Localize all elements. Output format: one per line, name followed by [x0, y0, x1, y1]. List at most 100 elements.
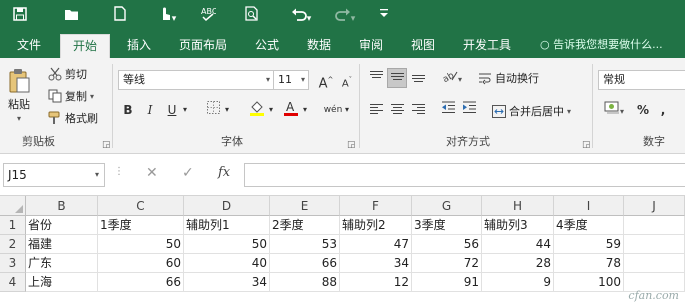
- fill-color-dropdown-icon[interactable]: ▾: [266, 100, 276, 120]
- table-cell[interactable]: 66: [270, 254, 340, 273]
- table-cell[interactable]: 12: [340, 273, 412, 292]
- row-header[interactable]: 1: [0, 216, 26, 235]
- touch-mode-icon[interactable]: ▾: [150, 3, 184, 29]
- tab-developer[interactable]: 开发工具: [454, 32, 520, 58]
- worksheet-grid[interactable]: BCDEFGHIJ 1 省份 1季度 辅助列1 2季度 辅助列2 3季度 辅助列3 4季度 2 福建…: [0, 196, 685, 304]
- paste-dropdown-icon[interactable]: ▾: [17, 114, 21, 123]
- table-cell[interactable]: 34: [184, 273, 270, 292]
- bottom-align-button[interactable]: [408, 68, 428, 88]
- tell-me-box[interactable]: ○ 告诉我您想要做什么...: [540, 32, 685, 58]
- table-cell[interactable]: 上海: [26, 273, 98, 292]
- font-color-dropdown-icon[interactable]: ▾: [300, 100, 310, 120]
- format-painter-button[interactable]: 格式刷: [48, 110, 98, 126]
- borders-button[interactable]: [203, 100, 223, 120]
- table-cell[interactable]: [624, 254, 685, 273]
- font-name-combo[interactable]: 等线 ▾: [118, 70, 274, 90]
- table-cell[interactable]: 40: [184, 254, 270, 273]
- table-cell[interactable]: 91: [412, 273, 482, 292]
- table-cell[interactable]: [624, 235, 685, 254]
- table-cell[interactable]: 9: [482, 273, 554, 292]
- tab-data[interactable]: 数据: [298, 32, 340, 58]
- select-all-button[interactable]: [0, 196, 26, 216]
- table-cell[interactable]: 辅助列3: [482, 216, 554, 235]
- table-cell[interactable]: 88: [270, 273, 340, 292]
- table-cell[interactable]: 47: [340, 235, 412, 254]
- comma-style-button[interactable]: ,: [653, 100, 673, 120]
- undo-icon[interactable]: ▾: [284, 3, 318, 29]
- table-cell[interactable]: 34: [340, 254, 412, 273]
- table-cell[interactable]: 广东: [26, 254, 98, 273]
- underline-button[interactable]: U: [162, 100, 182, 120]
- column-header[interactable]: F: [340, 196, 412, 216]
- table-cell[interactable]: 28: [482, 254, 554, 273]
- middle-align-button[interactable]: [387, 68, 407, 88]
- shrink-font-button[interactable]: Aˇ: [337, 70, 357, 90]
- column-header[interactable]: I: [554, 196, 624, 216]
- column-header[interactable]: D: [184, 196, 270, 216]
- table-cell[interactable]: 2季度: [270, 216, 340, 235]
- tab-insert[interactable]: 插入: [118, 32, 160, 58]
- number-format-combo[interactable]: 常规: [598, 70, 685, 90]
- row-header[interactable]: 4: [0, 273, 26, 292]
- tab-page-layout[interactable]: 页面布局: [170, 32, 236, 58]
- table-cell[interactable]: [624, 216, 685, 235]
- column-header[interactable]: J: [624, 196, 685, 216]
- font-launcher-icon[interactable]: ◲: [347, 140, 356, 150]
- table-cell[interactable]: 78: [554, 254, 624, 273]
- column-header[interactable]: C: [98, 196, 184, 216]
- copy-dropdown-icon[interactable]: ▾: [90, 92, 94, 101]
- cancel-icon[interactable]: ✕: [146, 165, 158, 181]
- tab-view[interactable]: 视图: [402, 32, 444, 58]
- name-box[interactable]: J15 ▾: [3, 163, 105, 187]
- tab-review[interactable]: 审阅: [350, 32, 392, 58]
- formula-input[interactable]: [244, 163, 685, 187]
- table-cell[interactable]: 辅助列2: [340, 216, 412, 235]
- paste-button[interactable]: 粘贴 ▾: [8, 68, 30, 123]
- grow-font-button[interactable]: A^: [316, 70, 336, 91]
- table-cell[interactable]: 辅助列1: [184, 216, 270, 235]
- table-cell[interactable]: 66: [98, 273, 184, 292]
- align-left-button[interactable]: [366, 100, 386, 120]
- column-header[interactable]: G: [412, 196, 482, 216]
- tab-home[interactable]: 开始: [60, 34, 110, 58]
- top-align-button[interactable]: [366, 68, 386, 88]
- table-cell[interactable]: 50: [98, 235, 184, 254]
- customize-qat-icon[interactable]: [374, 3, 394, 29]
- column-header[interactable]: E: [270, 196, 340, 216]
- table-cell[interactable]: 72: [412, 254, 482, 273]
- orientation-button[interactable]: ab ▾: [438, 68, 466, 88]
- percent-style-button[interactable]: %: [633, 100, 653, 120]
- print-preview-icon[interactable]: [240, 3, 264, 29]
- font-color-button[interactable]: A: [281, 100, 301, 120]
- borders-dropdown-icon[interactable]: ▾: [222, 100, 232, 120]
- table-cell[interactable]: 44: [482, 235, 554, 254]
- merge-center-button[interactable]: 合并后居中 ▾: [492, 103, 571, 119]
- new-file-icon[interactable]: [108, 3, 132, 29]
- table-cell[interactable]: 60: [98, 254, 184, 273]
- copy-button[interactable]: 复制 ▾: [48, 88, 94, 104]
- underline-dropdown-icon[interactable]: ▾: [180, 100, 190, 120]
- tab-formulas[interactable]: 公式: [246, 32, 288, 58]
- redo-icon[interactable]: ▾: [328, 3, 362, 29]
- open-folder-icon[interactable]: [60, 3, 84, 29]
- spelling-icon[interactable]: ABC: [196, 3, 220, 29]
- table-cell[interactable]: 福建: [26, 235, 98, 254]
- table-cell[interactable]: 50: [184, 235, 270, 254]
- column-header[interactable]: B: [26, 196, 98, 216]
- row-header[interactable]: 3: [0, 254, 26, 273]
- merge-dropdown-icon[interactable]: ▾: [567, 107, 571, 116]
- bold-button[interactable]: B: [118, 100, 138, 120]
- table-cell[interactable]: 3季度: [412, 216, 482, 235]
- decrease-indent-button[interactable]: [438, 100, 458, 120]
- align-center-button[interactable]: [387, 100, 407, 120]
- tab-file[interactable]: 文件: [6, 32, 52, 58]
- clipboard-launcher-icon[interactable]: ◲: [102, 140, 111, 150]
- currency-format-button[interactable]: ▾: [599, 100, 629, 120]
- formula-bar-splitter[interactable]: ⋮: [114, 166, 125, 177]
- font-size-combo[interactable]: 11 ▾: [273, 70, 309, 90]
- save-icon[interactable]: [8, 3, 32, 29]
- table-cell[interactable]: 56: [412, 235, 482, 254]
- alignment-launcher-icon[interactable]: ◲: [582, 140, 591, 150]
- column-header[interactable]: H: [482, 196, 554, 216]
- table-cell[interactable]: 1季度: [98, 216, 184, 235]
